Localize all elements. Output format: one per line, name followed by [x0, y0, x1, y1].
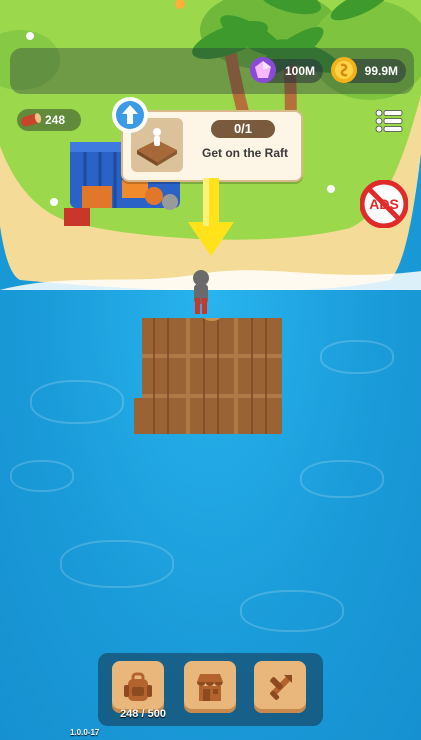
gem-icon — [250, 57, 276, 83]
crafting-button[interactable] — [254, 661, 306, 713]
quest-up-button[interactable] — [110, 95, 150, 135]
crafting-icon — [270, 675, 292, 700]
guide-arrow-icon — [188, 178, 234, 256]
wood-log-icon — [21, 113, 42, 127]
shop-button[interactable] — [184, 661, 236, 713]
raft[interactable] — [134, 318, 290, 434]
menu-button[interactable] — [374, 108, 404, 134]
version-label: 1.0.0-17 — [70, 728, 100, 737]
coin-icon — [331, 57, 357, 83]
no-ads-button[interactable]: ADS — [359, 179, 409, 229]
coin-amount: 99.9M — [364, 64, 398, 78]
gem-counter[interactable]: 100M — [250, 57, 323, 83]
wood-counter[interactable]: 248 — [17, 109, 81, 131]
no-ads-icon: ADS — [359, 179, 409, 229]
player-character — [193, 270, 209, 314]
backpack-icon — [124, 672, 152, 701]
quest-title: Get on the Raft — [202, 146, 288, 160]
quest-progress: 0/1 — [211, 120, 275, 138]
list-menu-icon — [375, 109, 403, 133]
inventory-capacity: 248 / 500 — [120, 708, 166, 720]
shop-icon — [197, 674, 223, 701]
wood-amount: 248 — [45, 113, 66, 127]
backpack-button[interactable] — [112, 661, 164, 713]
coin-counter[interactable]: 99.9M — [331, 57, 406, 83]
game-scene[interactable]: 100M 99.9M 248 ADS — [0, 0, 421, 740]
up-arrow-icon — [112, 97, 148, 133]
gem-amount: 100M — [284, 64, 315, 78]
bottom-toolbar: 248 / 500 — [98, 653, 323, 726]
